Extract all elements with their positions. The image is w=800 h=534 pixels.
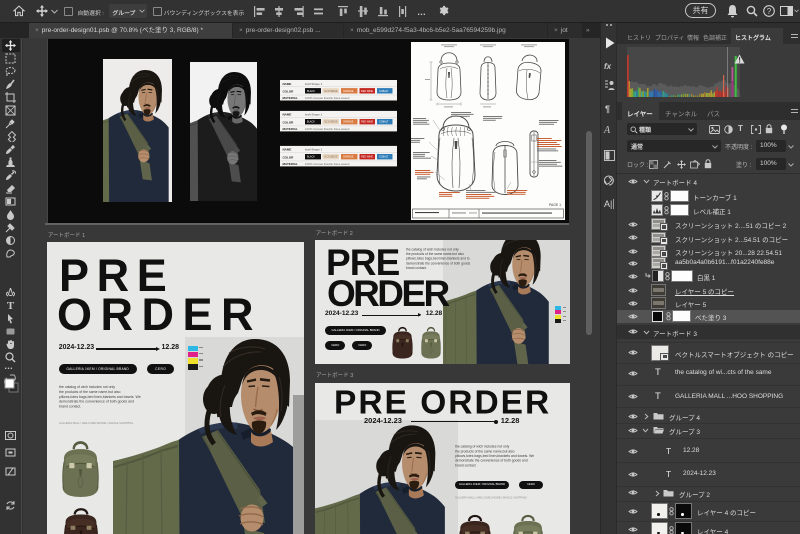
svg-text:brand contact.: brand contact. [406,266,427,270]
svg-text:ECO BEIGE: ECO BEIGE [325,90,339,93]
svg-text:T: T [7,300,15,311]
svg-text:GALLERIA MALL | WELCOME SHOME: GALLERIA MALL | WELCOME SHOME | WHOLE SH… [59,421,133,425]
svg-text:100% Canvas Double Face,waxed: 100% Canvas Double Face,waxed [305,96,350,100]
svg-text:brand contact.: brand contact. [59,405,81,409]
svg-text:COLOR: COLOR [283,90,295,94]
svg-text:the products of the same name,: the products of the same name,but also [406,252,464,256]
svg-text:PRE: PRE [59,258,174,298]
svg-text:kraft Shape 1: kraft Shape 1 [305,82,323,86]
svg-text:the catalog of wich includes n: the catalog of wich includes not only [59,385,115,389]
svg-text:demonstrate the convenience of: demonstrate the convenience of both good… [455,459,528,463]
svg-text:PAGE 1: PAGE 1 [549,203,561,207]
svg-text:the catalog of wich includes n: the catalog of wich includes not only [406,248,459,252]
svg-text:ORDER: ORDER [327,279,449,311]
svg-text:NAME: NAME [283,82,292,86]
svg-text:PRE: PRE [326,248,400,280]
svg-text:the catalog of wich includes n: the catalog of wich includes not only [455,445,510,449]
svg-text:?: ? [767,7,772,16]
svg-text:ORDER: ORDER [57,297,262,337]
svg-text:pillows,totes bags,bed linen,b: pillows,totes bags,bed linen,blankets an… [59,395,141,399]
svg-text:pillows,totes bags,bed linen,b: pillows,totes bags,bed linen,blankets an… [406,257,470,261]
svg-text:PRE ORDER: PRE ORDER [334,389,551,419]
svg-text:the products of the same name,: the products of the same name,but also [59,390,121,394]
svg-text:demonstrate the convenience of: demonstrate the convenience of both good… [406,261,471,265]
svg-text:brand contact.: brand contact. [455,463,477,467]
svg-text:GALLERIA MALL | WELCOME SHOME: GALLERIA MALL | WELCOME SHOME | WHOLE SH… [455,495,527,499]
svg-text:ORANGE: ORANGE [343,90,354,93]
svg-text:demonstrate the convenience of: demonstrate the convenience of both good… [59,400,134,404]
svg-text:RED WINE: RED WINE [361,90,373,93]
svg-text:the products of the same name,: the products of the same name,but also [455,449,515,453]
svg-text:MATERIAL: MATERIAL [283,96,298,100]
svg-text:pillows,totes bags,bed linen,b: pillows,totes bags,bed linen,blankets an… [455,454,534,458]
svg-text:COBALT: COBALT [379,90,389,93]
svg-text:BLACK: BLACK [307,90,315,93]
